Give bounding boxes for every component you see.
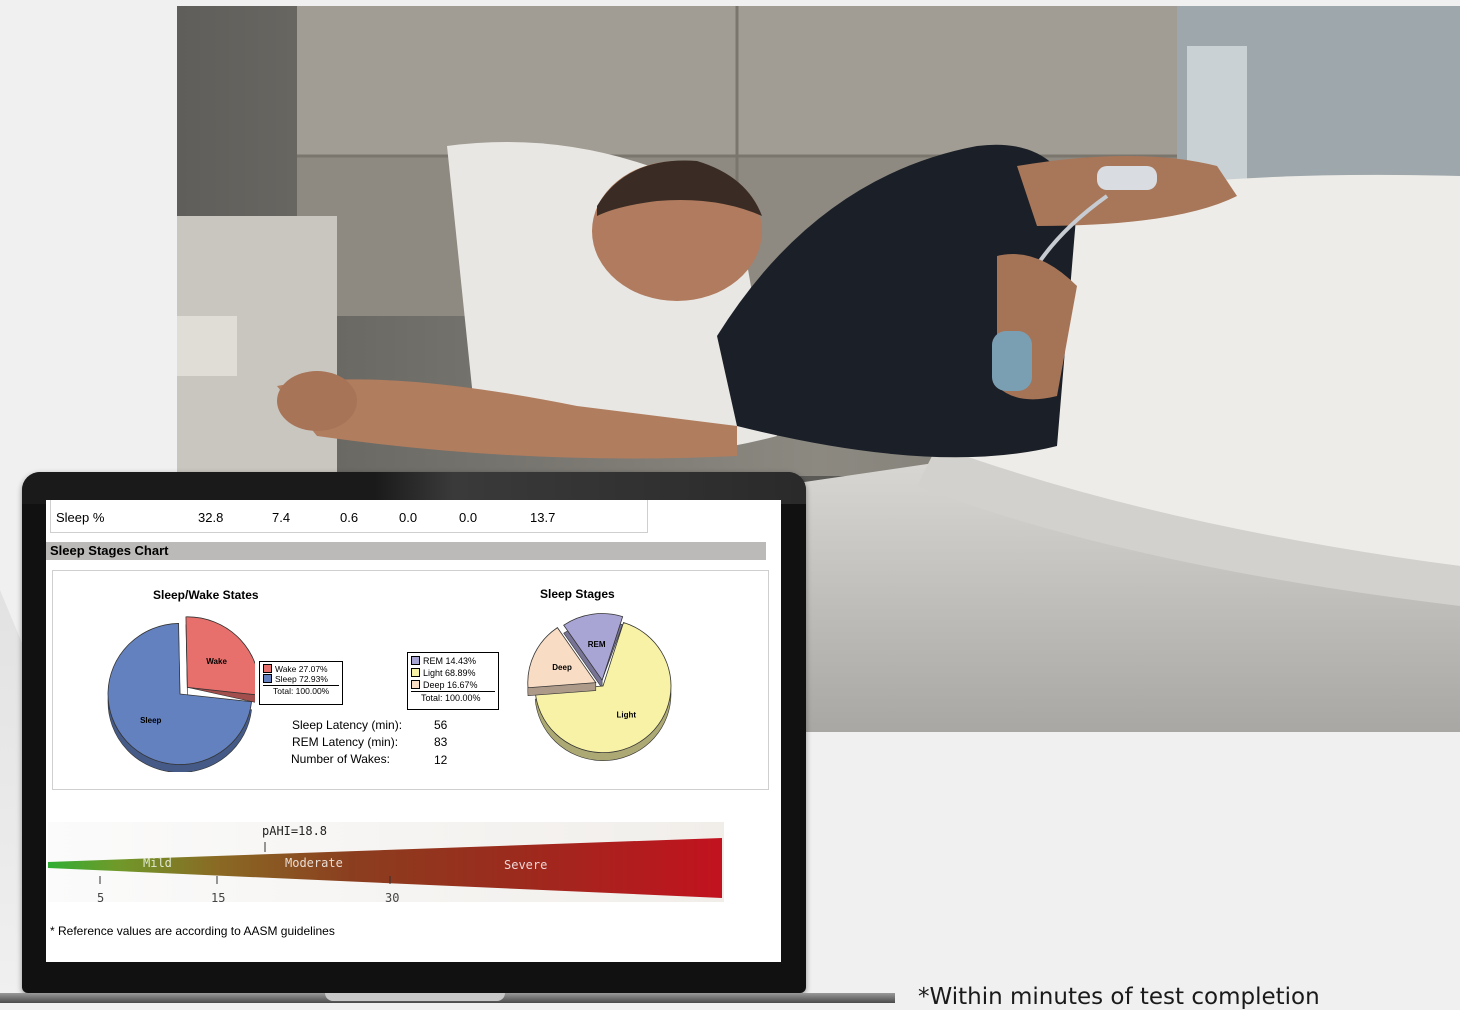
sleep-wake-chart-title: Sleep/Wake States	[153, 588, 259, 602]
pie-slice-label: Sleep	[140, 716, 161, 725]
pie-slice-label: Wake	[206, 657, 227, 666]
sleep-wake-legend: Wake 27.07% Sleep 72.93% Total: 100.00%	[259, 661, 343, 705]
laptop-notch	[325, 993, 505, 1001]
table-cell: 32.8	[198, 510, 224, 525]
sleep-wake-pie: Wake Sleep	[107, 616, 255, 772]
pahi-marker-label: pAHI=18.8	[262, 824, 328, 838]
sleep-stages-legend: REM 14.43% Light 68.89% Deep 16.67% Tota…	[407, 652, 499, 710]
legend-total: Total: 100.00%	[411, 691, 495, 704]
wakes-value: 12	[434, 753, 448, 767]
legend-item-deep: Deep 16.67%	[411, 679, 495, 691]
reference-note: * Reference values are according to AASM…	[50, 924, 335, 938]
sleep-stages-chart-title: Sleep Stages	[540, 587, 615, 601]
tick-label: 15	[211, 891, 226, 905]
report-screen: Sleep % 32.8 7.4 0.6 0.0 0.0 13.7 Sleep …	[46, 500, 781, 962]
tick-label: 5	[97, 891, 105, 905]
sleep-stages-pie: REM Light Deep	[527, 613, 672, 761]
rem-latency-value: 83	[434, 735, 448, 749]
pie-slice-label: REM	[588, 640, 606, 649]
zone-label-mild: Mild	[143, 856, 172, 870]
wakes-label: Number of Wakes:	[291, 752, 390, 766]
legend-item-sleep: Sleep 72.93%	[263, 674, 339, 684]
pie-slice-label: Light	[616, 711, 636, 720]
table-cell: 0.6	[340, 510, 359, 525]
table-cell: 7.4	[272, 510, 291, 525]
legend-item-wake: Wake 27.07%	[263, 664, 339, 674]
sleep-latency-value: 56	[434, 718, 448, 732]
sleep-latency-label: Sleep Latency (min):	[292, 718, 403, 732]
footnote: *Within minutes of test completion	[918, 984, 1320, 1010]
legend-item-light: Light 68.89%	[411, 667, 495, 679]
pie-slice-wake	[185, 616, 255, 696]
tick-label: 30	[385, 891, 400, 905]
legend-item-rem: REM 14.43%	[411, 655, 495, 667]
section-title: Sleep Stages Chart	[50, 543, 169, 558]
table-cell: 0.0	[459, 510, 478, 525]
table-cell: 13.7	[530, 510, 556, 525]
laptop: Sleep % 32.8 7.4 0.6 0.0 0.0 13.7 Sleep …	[22, 472, 806, 993]
legend-total: Total: 100.00%	[263, 685, 339, 696]
row-label: Sleep %	[56, 510, 105, 525]
zone-label-severe: Severe	[504, 858, 548, 872]
zone-label-moderate: Moderate	[285, 856, 343, 870]
pie-slice-label: Deep	[552, 663, 572, 672]
table-cell: 0.0	[399, 510, 418, 525]
rem-latency-label: REM Latency (min):	[292, 735, 399, 749]
